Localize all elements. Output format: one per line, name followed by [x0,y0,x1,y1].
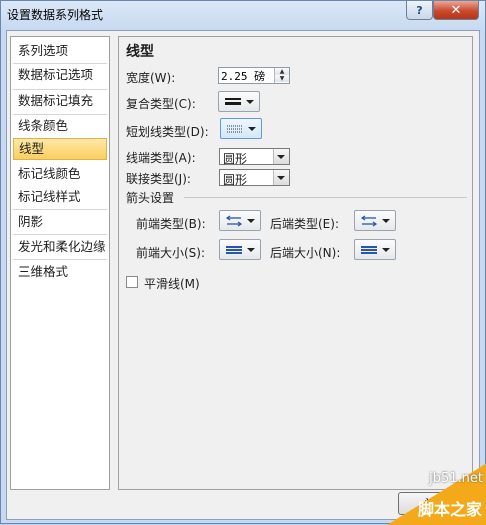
spin-down-icon[interactable]: ▼ [275,75,289,82]
cap-type-select[interactable]: 圆形 [219,148,290,166]
nav-separator [13,234,107,235]
arrow-type-icon [360,215,378,227]
join-type-value: 圆形 [223,173,248,187]
chevron-down-icon [247,219,255,223]
category-list: 系列选项 数据标记选项 数据标记填充 线条颜色 线型 标记线颜色 标记线样式 阴… [10,36,110,490]
chevron-down-icon [246,100,254,104]
arrow-size-icon [226,246,242,254]
begin-type-dropdown[interactable] [219,210,261,231]
arrow-settings-heading: 箭头设置 [126,191,175,205]
width-input[interactable] [221,68,271,83]
chevron-down-icon[interactable] [273,170,289,185]
nav-item-3d-format[interactable]: 三维格式 [13,261,107,283]
dash-line-icon [227,125,243,133]
nav-item-marker-options[interactable]: 数据标记选项 [13,64,107,86]
compound-line-icon [225,98,241,105]
spin-up-icon[interactable]: ▲ [275,68,289,75]
nav-item-marker-fill[interactable]: 数据标记填充 [13,90,107,112]
dash-type-dropdown[interactable] [220,118,262,139]
title-bar[interactable]: 设置数据系列格式 ? ✕ [1,1,485,29]
nav-item-line-color[interactable]: 线条颜色 [13,115,107,137]
chevron-down-icon [247,248,255,252]
nav-item-series-options[interactable]: 系列选项 [13,40,107,62]
smooth-line-checkbox[interactable] [126,276,138,288]
nav-item-marker-line-style[interactable]: 标记线样式 [13,186,107,208]
chevron-down-icon [382,248,390,252]
panel-heading: 线型 [126,44,154,60]
cap-type-value: 圆形 [223,152,248,166]
dash-type-label: 短划线类型(D): [126,125,209,139]
help-button[interactable]: ? [406,1,433,20]
dialog-title: 设置数据系列格式 [7,8,104,22]
dialog-window: 设置数据系列格式 ? ✕ 系列选项 数据标记选项 数据标记填充 线条颜色 线型 … [0,0,486,525]
width-spin-buttons[interactable]: ▲ ▼ [274,68,289,83]
section-divider [184,197,467,198]
nav-item-glow-soft-edges[interactable]: 发光和柔化边缘 [13,236,107,258]
cap-type-label: 线端类型(A): [126,151,196,165]
line-style-panel: 线型 宽度(W): ▲ ▼ 复合类型(C): 短划线类型(D): [118,36,473,490]
nav-item-shadow[interactable]: 阴影 [13,211,107,233]
smooth-line-label[interactable]: 平滑线(M) [144,275,200,292]
compound-type-dropdown[interactable] [218,91,260,112]
end-size-label: 后端大小(N): [270,246,341,260]
watermark-name: 脚本之家 [417,500,482,519]
arrow-size-icon [361,246,377,254]
chevron-down-icon [382,219,390,223]
begin-size-label: 前端大小(S): [136,246,206,260]
end-size-dropdown[interactable] [354,239,396,260]
chevron-down-icon[interactable] [273,149,289,164]
nav-item-line-style[interactable]: 线型 [13,138,107,160]
chevron-down-icon [248,127,256,131]
width-spinner[interactable]: ▲ ▼ [218,67,290,84]
nav-item-marker-line-color[interactable]: 标记线颜色 [13,163,107,185]
end-type-label: 后端类型(E): [270,217,339,231]
join-type-label: 联接类型(J): [126,172,191,186]
dialog-client: 系列选项 数据标记选项 数据标记填充 线条颜色 线型 标记线颜色 标记线样式 阴… [6,30,480,520]
arrow-type-icon [225,215,243,227]
close-window-button[interactable]: ✕ [433,1,479,20]
nav-separator [13,259,107,260]
watermark-url: jb51.net [429,471,483,486]
nav-separator [13,209,107,210]
compound-type-label: 复合类型(C): [126,97,196,111]
site-watermark: jb51.net 脚本之家 [387,463,486,525]
begin-size-dropdown[interactable] [219,239,261,260]
width-label: 宽度(W): [126,71,176,85]
begin-type-label: 前端类型(B): [136,217,206,231]
end-type-dropdown[interactable] [354,210,396,231]
join-type-select[interactable]: 圆形 [219,169,290,187]
